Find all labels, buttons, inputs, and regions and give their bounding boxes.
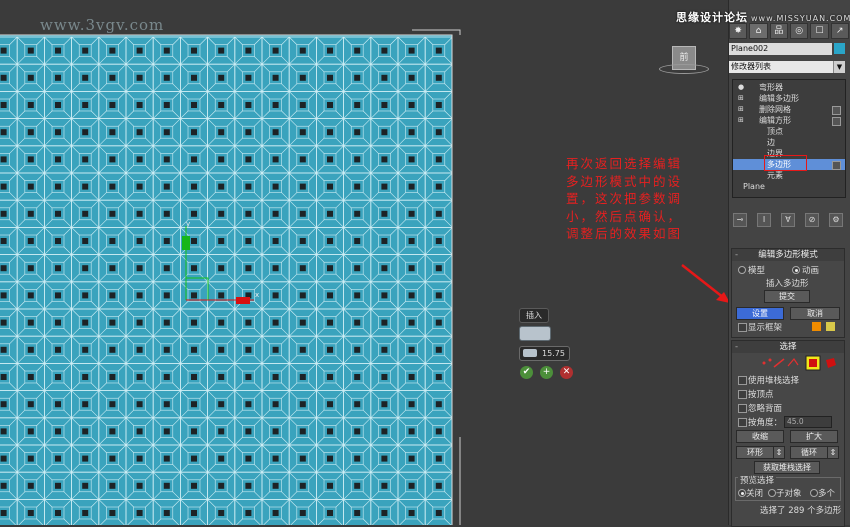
amount-icon [523, 349, 537, 357]
preview-multi-radio[interactable] [810, 489, 818, 497]
preview-subobj-radio[interactable] [768, 489, 776, 497]
use-stack-selection-label: 使用堆栈选择 [748, 376, 800, 386]
modifier-list-dropdown[interactable]: 修改器列表 ▼ [729, 61, 845, 73]
preview-selection-label: 预览选择 [738, 474, 777, 486]
rollout-header[interactable]: - 编辑多边形模式 [732, 249, 844, 261]
highlight-box [764, 155, 807, 171]
object-color-swatch[interactable] [834, 43, 845, 54]
edit-poly-mode-rollout: - 编辑多边形模式 模型 动画 插入多边形 提交 设置 取消 显示框架 [731, 248, 845, 338]
command-tab[interactable]: 品 [769, 23, 788, 39]
stack-item[interactable]: 边 [733, 137, 845, 148]
show-end-result-icon[interactable]: I [757, 213, 771, 227]
loop-spinner[interactable]: ⇕ [827, 446, 839, 459]
border-icon [787, 358, 799, 367]
command-tab[interactable]: ☐ [810, 23, 829, 39]
plus-icon: + [542, 367, 551, 377]
command-tab[interactable]: ◎ [789, 23, 809, 39]
element-icon [826, 358, 836, 368]
cage-selected-color-swatch[interactable] [826, 322, 835, 331]
preview-off-label: 关闭 [746, 489, 764, 499]
show-cage-checkbox[interactable] [738, 323, 747, 332]
stack-item[interactable]: 顶点 [733, 126, 845, 137]
make-unique-icon[interactable]: ∀ [781, 213, 795, 227]
stack-item[interactable]: 编辑多边形 ⊞ [733, 93, 845, 104]
loop-button[interactable]: 循环 [790, 446, 828, 459]
object-name-field[interactable]: Plane002 [729, 43, 832, 55]
rollout-header[interactable]: - 选择 [732, 341, 844, 353]
vertex-icon [762, 358, 772, 365]
lightbulb-icon[interactable]: ● [738, 82, 744, 93]
angle-spinner[interactable]: 45.0 [784, 416, 832, 428]
animate-radio[interactable] [792, 266, 800, 274]
viewport[interactable]: www.3vgv.com y x 前 再次返回选择编辑多边形模式中的设置，这次把… [0, 0, 728, 525]
by-angle-label: 按角度： [748, 418, 783, 428]
caddy-amount-field[interactable]: 15.75 [519, 346, 570, 361]
preview-off-radio[interactable] [738, 489, 746, 497]
annotation-arrow [681, 264, 728, 303]
gizmo-plane-handle [186, 277, 209, 300]
chevron-down-icon: ▼ [833, 61, 845, 73]
by-vertex-checkbox[interactable] [738, 390, 747, 399]
model-label: 模型 [748, 266, 766, 276]
ring-spinner[interactable]: ⇕ [773, 446, 785, 459]
use-stack-selection-checkbox[interactable] [738, 376, 747, 385]
selection-status: 选择了 289 个多边形 [760, 506, 842, 516]
close-icon: ✕ [562, 367, 571, 377]
stack-item[interactable]: 删除网格 ⊞ [733, 104, 845, 115]
configure-sets-icon[interactable]: ⚙ [829, 213, 843, 227]
stack-item[interactable]: 编辑方形 ⊞ [733, 115, 845, 126]
animate-label: 动画 [802, 266, 820, 276]
show-cage-label: 显示框架 [748, 323, 783, 333]
pin-stack-icon[interactable]: ⊸ [733, 213, 747, 227]
modifier-toggle-icon[interactable] [832, 161, 841, 170]
annotation-text: 再次返回选择编辑多边形模式中的设置，这次把参数调小，然后点确认，调整后的效果如图 [566, 156, 683, 241]
get-stack-selection-button[interactable]: 获取堆栈选择 [754, 461, 820, 474]
shrink-button[interactable]: 收缩 [736, 430, 784, 443]
commit-button[interactable]: 提交 [764, 290, 810, 303]
subobject-icons[interactable] [758, 355, 840, 371]
settings-button[interactable]: 设置 [736, 307, 784, 320]
remove-modifier-icon[interactable]: ⊘ [805, 213, 819, 227]
grow-button[interactable]: 扩大 [790, 430, 838, 443]
model-radio[interactable] [738, 266, 746, 274]
current-operation-label: 插入多边形 [766, 279, 809, 289]
command-tab[interactable]: ✸ [729, 23, 748, 39]
gizmo-y-label: y [186, 220, 190, 228]
transform-gizmo[interactable]: y x [0, 0, 728, 525]
caddy-title: 插入 [519, 308, 549, 323]
stack-item[interactable]: Plane [733, 181, 845, 192]
check-icon: ✔ [522, 367, 531, 377]
by-vertex-label: 按顶点 [748, 390, 774, 400]
stack-toolbar: ⊸ I ∀ ⊘ ⚙ [733, 213, 843, 227]
viewcube-compass[interactable] [659, 64, 709, 74]
lightbulb-icon[interactable]: ⊞ [738, 93, 744, 104]
selection-rollout: - 选择 使用堆栈选择 按顶点 忽略背面 按角度： 45.0 收缩 扩大 环形 ⇕… [731, 340, 845, 527]
gizmo-x-label: x [255, 291, 259, 299]
modifier-stack[interactable]: 弯形器 ● 编辑多边形 ⊞ 删除网格 ⊞ 编辑方形 ⊞ 顶点边边界 多边形 元素 Plane [732, 79, 846, 198]
cancel-button[interactable]: ✕ [560, 366, 573, 379]
ignore-backfacing-label: 忽略背面 [748, 404, 783, 414]
stack-item[interactable]: 弯形器 ● [733, 82, 845, 93]
command-tab[interactable]: ⌂ [749, 23, 768, 39]
ok-button[interactable]: ✔ [520, 366, 533, 379]
stack-item[interactable]: 元素 [733, 170, 845, 181]
cancel-op-button[interactable]: 取消 [790, 307, 840, 320]
edge-icon [773, 358, 785, 368]
lightbulb-icon[interactable]: ⊞ [738, 115, 744, 126]
gizmo-x-handle [236, 297, 250, 304]
caddy-mode-dropdown[interactable] [519, 326, 551, 341]
command-tab[interactable]: ↗ [830, 23, 849, 39]
preview-subobj-label: 子对象 [776, 489, 802, 499]
gizmo-y-handle [182, 236, 190, 250]
ignore-backfacing-checkbox[interactable] [738, 404, 747, 413]
ring-button[interactable]: 环形 [736, 446, 774, 459]
command-panel-tabs: ✸ ⌂ 品 ◎ ☐ ↗ [728, 22, 850, 39]
lightbulb-icon[interactable]: ⊞ [738, 104, 744, 115]
by-angle-checkbox[interactable] [738, 418, 747, 427]
preview-multi-label: 多个 [818, 489, 836, 499]
modifier-toggle-icon[interactable] [832, 117, 841, 126]
cage-color-swatch[interactable] [812, 322, 821, 331]
modifier-toggle-icon[interactable] [832, 106, 841, 115]
apply-button[interactable]: + [540, 366, 553, 379]
